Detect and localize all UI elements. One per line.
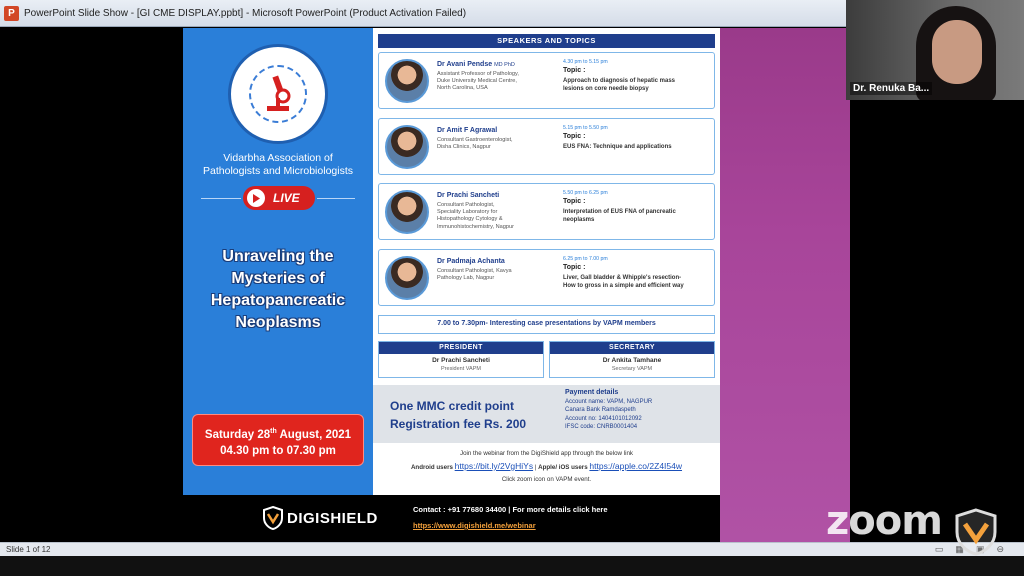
event-date-box: Saturday 28th August, 2021 04.30 pm to 0… xyxy=(192,414,364,466)
speaker-affiliation: Assistant Professor of Pathology, Duke Un… xyxy=(437,71,519,92)
speaker-name: Dr Prachi Sancheti xyxy=(437,192,500,199)
speaker-card: Dr Prachi Sancheti Consultant Pathologis… xyxy=(378,183,715,240)
zoom-note: Click zoom icon on VAPM event. xyxy=(501,476,592,483)
topic-label: Topic : xyxy=(563,198,586,205)
title-line: Mysteries of xyxy=(231,270,325,287)
status-bar: Slide 1 of 12 ▭ ▦ ▣ ⊖ xyxy=(0,542,1024,556)
secretary-box: SECRETARY Dr Ankita Tamhane Secretary VA… xyxy=(549,341,715,378)
president-role: President VAPM xyxy=(441,366,481,372)
speaker-photo xyxy=(385,190,429,234)
speaker-affiliation: Consultant Pathologist, Speciality Labora… xyxy=(437,202,514,230)
topic-text: Approach to diagnosis of hepatic mass les… xyxy=(563,78,676,92)
president-name: Dr Prachi Sancheti xyxy=(432,357,490,364)
digishield-logo: DIGISHIELD xyxy=(263,506,378,530)
powerpoint-icon[interactable]: P xyxy=(4,5,19,21)
participant-name: Dr. Renuka Ba... xyxy=(850,82,933,95)
speaker-name: Dr Avani Pendse MD PhD xyxy=(437,61,515,68)
live-badge: LIVE xyxy=(243,186,315,210)
participant-face xyxy=(932,20,982,84)
right-panel xyxy=(850,100,1024,542)
speaker-card: Dr Avani Pendse MD PhD Assistant Profess… xyxy=(378,52,715,109)
topic-label: Topic : xyxy=(563,264,586,271)
contact-line: Contact : +91 77680 34400 | For more det… xyxy=(413,505,608,514)
president-box: PRESIDENT Dr Prachi Sancheti President V… xyxy=(378,341,544,378)
live-label: LIVE xyxy=(273,191,300,205)
slide-left-panel: Vidarbha Association of Pathologists and… xyxy=(183,28,373,495)
contact-info: Contact : +91 77680 34400 | For more det… xyxy=(413,502,608,534)
microscope-icon xyxy=(249,65,307,123)
background-panel xyxy=(720,28,850,542)
topic-text: Interpretation of EUS FNA of pancreatic n… xyxy=(563,209,676,223)
app-links: Android users https://bit.ly/2VgHiYs | A… xyxy=(410,461,683,471)
speaker-name: Dr Padmaja Achanta xyxy=(437,258,505,265)
talk-time: 4.30 pm to 5.15 pm xyxy=(563,59,608,65)
slide-footer: DIGISHIELD Contact : +91 77680 34400 | F… xyxy=(183,495,720,542)
topic-text: EUS FNA: Technique and applications xyxy=(563,144,672,150)
speaker-photo xyxy=(385,256,429,300)
case-presentations-bar: 7.00 to 7.30pm- Interesting case present… xyxy=(378,315,715,334)
org-name-line: Pathologists and Microbiologists xyxy=(203,165,353,177)
organization-name: Vidarbha Association of Pathologists and… xyxy=(183,152,373,178)
divider xyxy=(317,198,355,199)
credit-info: One MMC credit point Registration fee Rs… xyxy=(390,397,526,433)
play-icon xyxy=(247,189,265,207)
window-titlebar: P PowerPoint Slide Show - [GI CME DISPLA… xyxy=(0,0,846,27)
topic-text: Liver, Gall bladder & Whipple's resectio… xyxy=(563,275,684,289)
secretary-header: SECRETARY xyxy=(550,342,714,354)
shield-icon xyxy=(263,506,283,530)
topic-label: Topic : xyxy=(563,133,586,140)
event-date: Saturday 28th August, 2021 xyxy=(204,428,352,441)
android-link[interactable]: https://bit.ly/2VgHiYs xyxy=(455,461,533,471)
payment-details: Payment details Account name: VAPM, NAGP… xyxy=(565,389,653,430)
slide-right-panel: SPEAKERS AND TOPICS Dr Avani Pendse MD P… xyxy=(373,28,720,495)
credit-point: One MMC credit point xyxy=(390,399,514,413)
presentation-slide[interactable]: Vidarbha Association of Pathologists and… xyxy=(183,28,720,542)
event-title: Unraveling the Mysteries of Hepatopancre… xyxy=(189,246,367,334)
title-line: Hepatopancreatic xyxy=(210,292,346,309)
event-time: 04.30 pm to 07.30 pm xyxy=(220,444,336,457)
vapm-logo xyxy=(228,44,328,144)
speaker-affiliation: Consultant Gastroenterologist, Disha Clin… xyxy=(437,137,513,151)
contact-url[interactable]: https://www.digishield.me/webinar xyxy=(413,518,608,534)
digishield-brand: DIGISHIELD xyxy=(287,509,378,527)
speaker-affiliation: Consultant Pathologist, Kavya Pathology L… xyxy=(437,268,512,282)
normal-view-icon[interactable]: ▭ xyxy=(935,544,944,555)
registration-fee: Registration fee Rs. 200 xyxy=(390,417,527,431)
bottom-strip xyxy=(0,556,1024,576)
digishield-watermark-icon xyxy=(955,508,997,556)
speaker-name: Dr Amit F Agrawal xyxy=(437,127,498,134)
topic-label: Topic : xyxy=(563,67,586,74)
slide-counter: Slide 1 of 12 xyxy=(6,545,51,554)
secretary-role: Secretary VAPM xyxy=(611,366,653,372)
speaker-photo xyxy=(385,125,429,169)
talk-time: 6.25 pm to 7.00 pm xyxy=(563,256,608,262)
speaker-card: Dr Padmaja Achanta Consultant Pathologis… xyxy=(378,249,715,306)
org-name-line: Vidarbha Association of xyxy=(223,152,333,164)
secretary-name: Dr Ankita Tamhane xyxy=(602,357,662,364)
speaker-card: Dr Amit F Agrawal Consultant Gastroenter… xyxy=(378,118,715,175)
title-line: Unraveling the xyxy=(222,248,334,265)
divider xyxy=(201,198,241,199)
talk-time: 5.15 pm to 5.50 pm xyxy=(563,125,608,131)
join-line: Join the webinar from the DigiShield app… xyxy=(459,450,633,457)
participant-video[interactable]: Dr. Renuka Ba... xyxy=(846,0,1024,100)
registration-area: One MMC credit point Registration fee Rs… xyxy=(373,385,720,443)
speaker-photo xyxy=(385,59,429,103)
ios-link[interactable]: https://apple.co/2Z4I54w xyxy=(589,461,682,471)
zoom-watermark: zoom xyxy=(826,498,943,544)
president-header: PRESIDENT xyxy=(379,342,543,354)
window-title: PowerPoint Slide Show - [GI CME DISPLAY.… xyxy=(24,7,467,19)
speakers-header: SPEAKERS AND TOPICS xyxy=(378,34,715,48)
title-line: Neoplasms xyxy=(235,314,321,331)
talk-time: 5.50 pm to 6.25 pm xyxy=(563,190,608,196)
join-instructions: Join the webinar from the DigiShield app… xyxy=(373,448,720,486)
